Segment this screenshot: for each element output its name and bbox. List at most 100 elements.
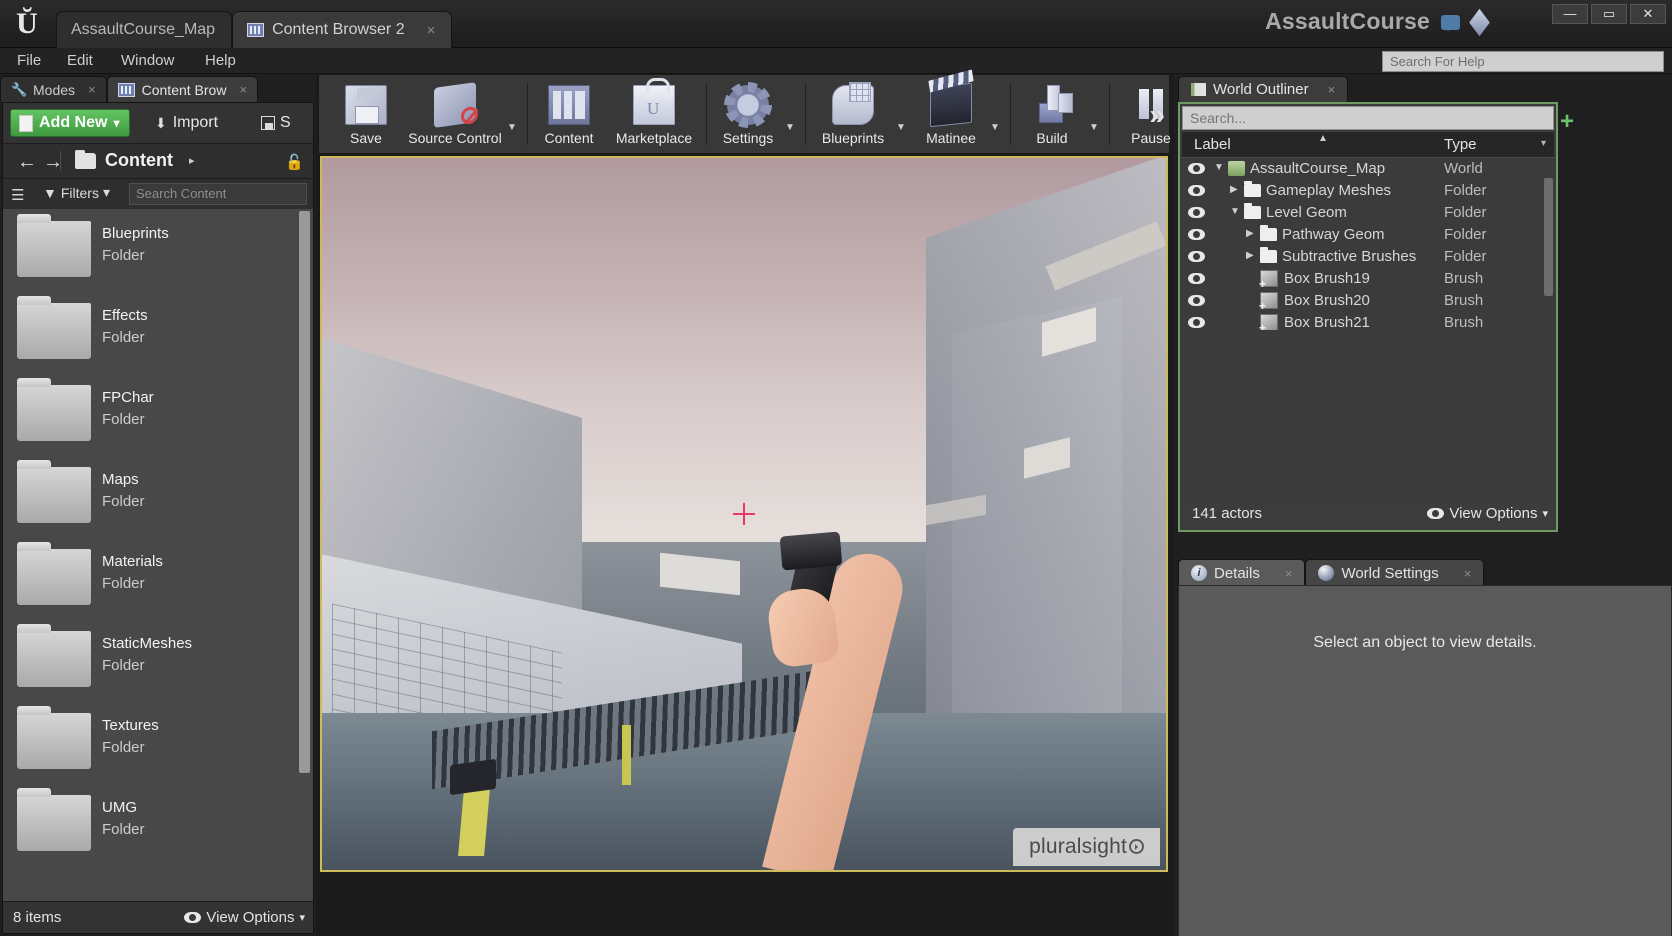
play-icon — [1129, 839, 1144, 854]
expander-icon[interactable]: ▶ — [1246, 250, 1254, 261]
visibility-eye-icon[interactable] — [1188, 229, 1205, 240]
close-icon[interactable]: × — [1328, 82, 1336, 97]
source-control-button[interactable]: Source Control — [403, 75, 507, 153]
sources-toggle-icon[interactable]: ☰ — [11, 186, 24, 204]
close-button[interactable]: ✕ — [1630, 4, 1666, 24]
scrollbar-thumb[interactable] — [1544, 178, 1553, 296]
expander-icon[interactable]: ▶ — [1246, 228, 1254, 239]
close-icon[interactable]: × — [1285, 566, 1293, 581]
list-item[interactable]: UMG Folder — [3, 783, 313, 865]
toolbar-expand-icon[interactable]: » — [1149, 99, 1165, 131]
marketplace-button[interactable]: Marketplace — [606, 75, 702, 153]
list-item[interactable]: Blueprints Folder — [3, 209, 313, 291]
build-button[interactable]: Build — [1015, 75, 1089, 153]
expander-icon[interactable]: ▼ — [1230, 206, 1240, 217]
list-item[interactable]: FPChar Folder — [3, 373, 313, 455]
visibility-eye-icon[interactable] — [1188, 185, 1205, 196]
tab-world-settings[interactable]: World Settings × — [1305, 559, 1485, 586]
tab-details[interactable]: i Details × — [1178, 559, 1306, 586]
visibility-eye-icon[interactable] — [1188, 207, 1205, 218]
menu-file[interactable]: File — [8, 51, 50, 71]
folder-icon — [17, 788, 91, 851]
outliner-view-options-button[interactable]: View Options ▾ — [1427, 505, 1548, 522]
tab-world-outliner[interactable]: World Outliner × — [1178, 76, 1349, 102]
blueprints-dropdown-icon[interactable]: ▼ — [896, 122, 912, 133]
settings-button[interactable]: Settings — [711, 75, 785, 153]
search-content-input[interactable]: Search Content — [129, 183, 307, 205]
add-actor-button[interactable]: + — [1560, 108, 1574, 136]
table-row[interactable]: Box Brush19 Brush — [1182, 268, 1554, 291]
content-button[interactable]: Content — [532, 75, 606, 153]
table-row[interactable]: Box Brush20 Brush — [1182, 290, 1554, 313]
column-label[interactable]: Label — [1194, 136, 1231, 153]
visibility-eye-icon[interactable] — [1188, 273, 1205, 284]
close-icon[interactable]: × — [1464, 566, 1472, 581]
source-control-dropdown-icon[interactable]: ▼ — [507, 122, 523, 133]
window-tab-assaultcourse-map[interactable]: AssaultCourse_Map — [56, 11, 233, 48]
content-browser-filter-bar: ☰ ▼ Filters ▾ Search Content — [3, 179, 313, 209]
table-row[interactable]: Box Brush21 Brush — [1182, 312, 1554, 330]
visibility-eye-icon[interactable] — [1188, 317, 1205, 328]
list-item[interactable]: Textures Folder — [3, 701, 313, 783]
chevron-right-icon[interactable]: ▸ — [189, 154, 195, 167]
list-item[interactable]: Effects Folder — [3, 291, 313, 373]
project-title: AssaultCourse — [1265, 8, 1430, 34]
save-all-button[interactable]: S — [261, 109, 291, 137]
cube-icon[interactable] — [1469, 8, 1490, 37]
tab-content-browser[interactable]: Content Brow × — [106, 76, 259, 102]
menu-help[interactable]: Help — [196, 51, 245, 71]
row-type: Folder — [1444, 204, 1487, 221]
table-row[interactable]: ▶ Pathway Geom Folder — [1182, 224, 1554, 246]
lock-icon[interactable]: 🔓 — [285, 153, 304, 171]
page-icon — [19, 114, 33, 132]
asset-type: Folder — [102, 493, 145, 510]
expander-icon[interactable]: ▶ — [1230, 184, 1238, 195]
table-row[interactable]: ▶ Gameplay Meshes Folder — [1182, 180, 1554, 202]
add-new-button[interactable]: Add New ▾ — [10, 109, 131, 137]
window-tab-content-browser-2[interactable]: Content Browser 2 × — [232, 11, 453, 48]
breadcrumb-content[interactable]: Content — [105, 150, 173, 171]
list-item[interactable]: Maps Folder — [3, 455, 313, 537]
maximize-button[interactable]: ▭ — [1591, 4, 1627, 24]
filters-button[interactable]: ▼ Filters ▾ — [43, 184, 110, 201]
asset-list[interactable]: Blueprints Folder Effects Folder FPChar … — [3, 209, 313, 901]
outliner-scrollbar[interactable] — [1544, 160, 1553, 328]
list-item[interactable]: Materials Folder — [3, 537, 313, 619]
expander-icon[interactable]: ▼ — [1214, 162, 1224, 173]
save-button[interactable]: Save — [329, 75, 403, 153]
matinee-button[interactable]: Matinee — [912, 75, 990, 153]
table-row[interactable]: ▶ Subtractive Brushes Folder — [1182, 246, 1554, 268]
menu-edit[interactable]: Edit — [58, 51, 102, 71]
asset-list-scrollbar[interactable] — [299, 211, 310, 899]
menu-window[interactable]: Window — [112, 51, 183, 71]
tab-modes[interactable]: 🔧 Modes × — [0, 76, 107, 102]
outliner-tree[interactable]: ▼ AssaultCourse_Map World ▶ Gameplay Mes… — [1182, 158, 1554, 330]
nav-back-button[interactable]: ← — [17, 151, 37, 174]
table-row[interactable]: ▼ Level Geom Folder — [1182, 202, 1554, 224]
world-settings-icon — [1318, 565, 1335, 581]
table-row[interactable]: ▼ AssaultCourse_Map World — [1182, 158, 1554, 180]
visibility-eye-icon[interactable] — [1188, 163, 1205, 174]
outliner-search-input[interactable]: Search... — [1182, 106, 1554, 130]
chevron-down-icon[interactable]: ▾ — [1541, 138, 1546, 149]
level-viewport[interactable]: pluralsight — [320, 156, 1168, 872]
visibility-eye-icon[interactable] — [1188, 251, 1205, 262]
visibility-eye-icon[interactable] — [1188, 295, 1205, 306]
column-type[interactable]: Type — [1444, 136, 1477, 153]
blueprints-button[interactable]: Blueprints — [810, 75, 896, 153]
list-item[interactable]: StaticMeshes Folder — [3, 619, 313, 701]
feedback-icon[interactable] — [1441, 15, 1460, 31]
minimize-button[interactable]: — — [1552, 4, 1588, 24]
view-options-button[interactable]: View Options ▾ — [184, 909, 305, 926]
matinee-dropdown-icon[interactable]: ▼ — [990, 122, 1006, 133]
help-search-input[interactable]: Search For Help — [1382, 51, 1664, 72]
close-icon[interactable]: × — [239, 82, 247, 97]
close-icon[interactable]: × — [413, 22, 436, 39]
left-panel-tabs: 🔧 Modes × Content Brow × — [0, 74, 259, 102]
import-button[interactable]: ⬇ Import — [155, 109, 218, 137]
build-dropdown-icon[interactable]: ▼ — [1089, 122, 1105, 133]
close-icon[interactable]: × — [88, 82, 96, 97]
scrollbar-thumb[interactable] — [299, 211, 310, 773]
row-label: Box Brush19 — [1284, 270, 1370, 287]
settings-dropdown-icon[interactable]: ▼ — [785, 122, 801, 133]
